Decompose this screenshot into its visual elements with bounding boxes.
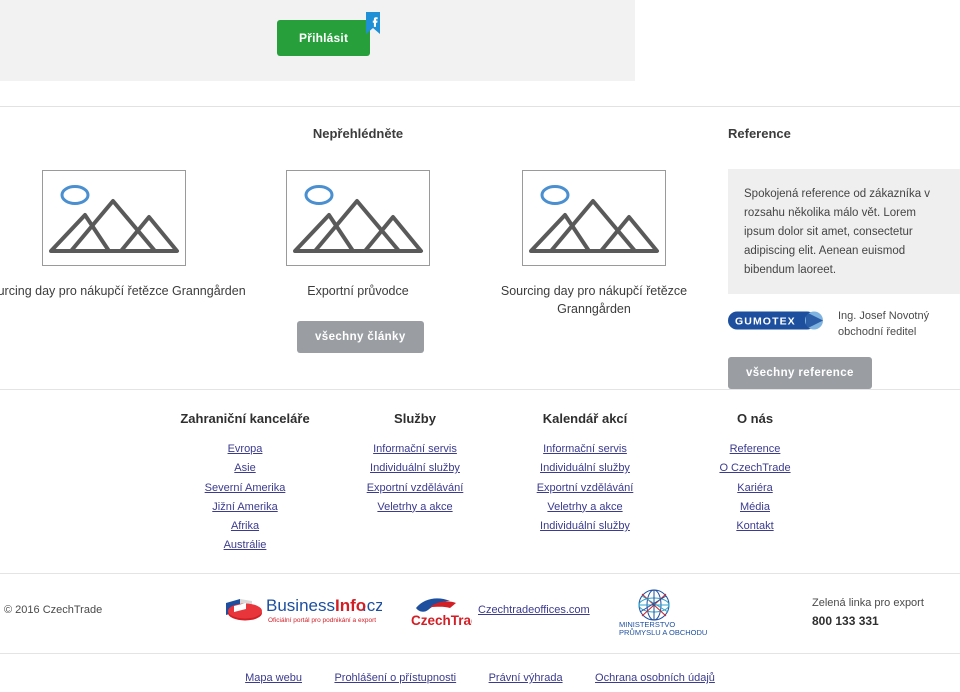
reference-signature: GUMOTEX Ing. Josef Novotný obchodní ředi… (728, 308, 960, 341)
footer-column-about: O nás Reference O CzechTrade Kariéra Méd… (670, 411, 840, 556)
footer-column-title: Zahraniční kanceláře (180, 411, 310, 426)
czechtradeoffices-link[interactable]: Czechtradeoffices.com (478, 604, 590, 616)
footer-link[interactable]: Kariéra (670, 479, 840, 498)
image-placeholder-mountains-icon (286, 170, 430, 266)
footer-column-title: Kalendář akcí (542, 411, 628, 426)
svg-text:GUMOTEX: GUMOTEX (735, 315, 796, 327)
footer-link[interactable]: Individuální služby (500, 459, 670, 478)
footer-link[interactable]: Informační servis (500, 440, 670, 459)
article-card[interactable]: Exportní průvodce (238, 170, 478, 300)
legal-link-privacy[interactable]: Ochrana osobních údajů (595, 672, 715, 684)
footer-navigation: Zahraniční kanceláře Evropa Asie Severní… (0, 411, 960, 556)
all-articles-button[interactable]: všechny články (297, 321, 424, 353)
login-area: Přihlásit (277, 12, 381, 56)
article-caption: Sourcing day pro nákupčí řetězce Granngå… (500, 284, 688, 317)
article-caption: Exportní průvodce (307, 284, 409, 298)
all-references-button[interactable]: všechny reference (728, 356, 872, 389)
legal-links: Mapa webu Prohlášení o přístupnosti Práv… (0, 668, 960, 686)
header-divider (0, 106, 960, 107)
footer-column-foreign-offices: Zahraniční kanceláře Evropa Asie Severní… (160, 411, 330, 556)
svg-text:.cz: .cz (362, 596, 382, 615)
footer-divider-top (0, 573, 960, 574)
footer-column-title: O nás (736, 411, 774, 426)
footer-divider-bottom (0, 653, 960, 654)
author-role: obchodní ředitel (838, 326, 917, 339)
legal-link-sitemap[interactable]: Mapa webu (245, 672, 302, 684)
login-button[interactable]: Přihlásit (277, 20, 371, 56)
top-bar: Přihlásit (0, 0, 635, 81)
facebook-flag-icon[interactable] (366, 12, 381, 34)
legal-link-accessibility[interactable]: Prohlášení o přístupnosti (334, 672, 456, 684)
footer-link[interactable]: Exportní vzdělávání (500, 479, 670, 498)
footer-link[interactable]: Kontakt (670, 517, 840, 536)
legal-link-disclaimer[interactable]: Právní výhrada (489, 672, 563, 684)
article-card[interactable]: Sourcing day pro nákupčí řetězce Granngå… (474, 170, 714, 318)
ministry-line-2: PRŮMYSLU A OBCHODU (619, 628, 707, 636)
footer-column-services: Služby Informační servis Individuální sl… (330, 411, 500, 556)
footer-link[interactable]: Informační servis (330, 440, 500, 459)
hotline-label: Zelená linka pro export (812, 597, 924, 609)
footer-link[interactable]: Asie (160, 459, 330, 478)
reference-block: Reference Spokojená reference od zákazní… (728, 126, 960, 389)
businessinfo-logo[interactable]: Business Info .cz Oficiální portál pro p… (222, 594, 382, 628)
image-placeholder-mountains-icon (522, 170, 666, 266)
copyright-text: © 2016 CzechTrade (4, 604, 103, 616)
footer-link[interactable]: Austrálie (160, 536, 330, 555)
articles-heading: Nepřehlédněte (312, 126, 404, 141)
section-divider (0, 389, 960, 390)
footer-link[interactable]: Veletrhy a akce (330, 498, 500, 517)
svg-text:Business: Business (266, 596, 335, 615)
footer-link[interactable]: Veletrhy a akce (500, 498, 670, 517)
footer-column-event-calendar: Kalendář akcí Informační servis Individu… (500, 411, 670, 556)
footer-link[interactable]: Afrika (160, 517, 330, 536)
svg-text:Oficiální portál pro podnikání: Oficiální portál pro podnikání a export (268, 617, 376, 624)
reference-author: Ing. Josef Novotný obchodní ředitel (838, 308, 929, 341)
reference-heading: Reference (728, 126, 791, 141)
footer-link[interactable]: Média (670, 498, 840, 517)
footer-link[interactable]: Severní Amerika (160, 479, 330, 498)
footer-link[interactable]: Reference (670, 440, 840, 459)
author-name: Ing. Josef Novotný (838, 309, 930, 322)
image-placeholder-mountains-icon (42, 170, 186, 266)
footer-link[interactable]: O CzechTrade (670, 459, 840, 478)
footer-link[interactable]: Individuální služby (500, 517, 670, 536)
export-hotline: Zelená linka pro export 800 133 331 (812, 597, 924, 628)
reference-quote: Spokojená reference od zákazníka v rozsa… (728, 169, 960, 294)
footer-link[interactable]: Evropa (160, 440, 330, 459)
svg-text:CzechTrade: CzechTrade (411, 613, 472, 628)
hotline-number: 800 133 331 (812, 614, 879, 628)
footer-column-title: Služby (394, 411, 436, 426)
gumotex-logo: GUMOTEX (728, 311, 823, 330)
footer-link[interactable]: Exportní vzdělávání (330, 479, 500, 498)
czechtrade-logo[interactable]: CzechTrade (410, 594, 472, 630)
footer-link[interactable]: Jižní Amerika (160, 498, 330, 517)
ministry-logo[interactable]: MINISTERSTVO PRŮMYSLU A OBCHODU (618, 588, 728, 636)
footer-link[interactable]: Individuální služby (330, 459, 500, 478)
